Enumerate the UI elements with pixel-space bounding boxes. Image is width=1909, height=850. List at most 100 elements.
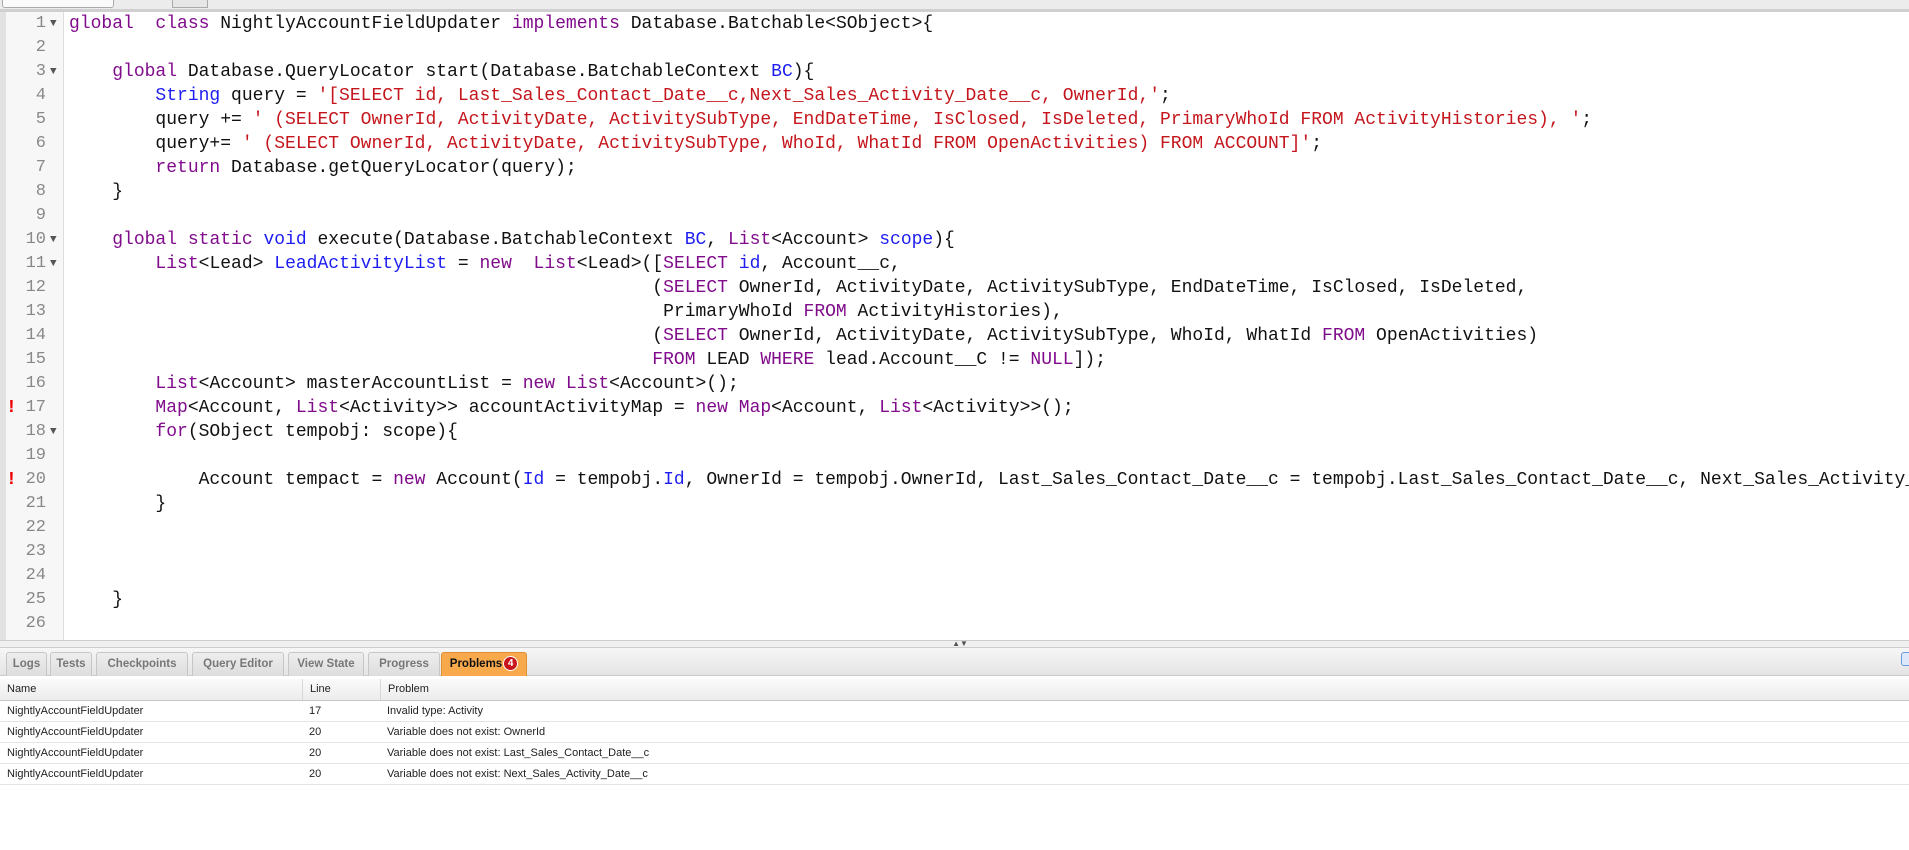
line-number: 13 — [25, 302, 46, 321]
code-line[interactable]: 7 return Database.getQueryLocator(query)… — [0, 156, 1909, 180]
line-number: 25 — [25, 590, 46, 609]
top-toolbar — [0, 0, 1909, 12]
tab-tests[interactable]: Tests — [50, 652, 92, 676]
code-token: for — [155, 422, 188, 442]
column-header-line[interactable]: Line — [302, 679, 380, 700]
code-token: FROM — [1322, 326, 1366, 346]
problem-count-badge: 4 — [503, 656, 519, 672]
code-token: List — [155, 254, 199, 274]
tab-query-editor[interactable]: Query Editor — [192, 652, 284, 676]
code-token: global — [112, 230, 178, 250]
code-line[interactable]: 25 } — [0, 588, 1909, 612]
code-token: <Account, — [187, 398, 296, 418]
fold-arrow-icon[interactable]: ▼ — [50, 252, 57, 276]
panel-splitter[interactable]: ▲▼ — [0, 640, 1909, 648]
code-token: List — [295, 398, 340, 418]
code-token: , OwnerId = tempobj.OwnerId, Last_Sales_… — [684, 470, 1909, 490]
table-row[interactable]: NightlyAccountFieldUpdater 20 Variable d… — [0, 743, 1909, 764]
code-line[interactable]: 5 query += ' (SELECT OwnerId, ActivityDa… — [0, 108, 1909, 132]
code-line[interactable]: 21 } — [0, 492, 1909, 516]
code-line[interactable]: 12 (SELECT OwnerId, ActivityDate, Activi… — [0, 276, 1909, 300]
cell-name: NightlyAccountFieldUpdater — [7, 768, 144, 780]
code-token: NightlyAccountFieldUpdater — [209, 14, 512, 34]
code-line[interactable]: 10 ▼ global static void execute(Database.… — [0, 228, 1909, 252]
code-line[interactable]: 15 FROM LEAD WHERE lead.Account__C != NU… — [0, 348, 1909, 372]
table-row[interactable]: NightlyAccountFieldUpdater 20 Variable d… — [0, 764, 1909, 785]
code-token: <Account, — [771, 398, 880, 418]
code-token: scope — [879, 230, 934, 250]
code-token: } — [69, 182, 124, 202]
tab-progress[interactable]: Progress — [368, 652, 440, 676]
code-editor[interactable]: 1 ▼ global class NightlyAccountFieldUpdate… — [0, 12, 1909, 640]
code-text: for(SObject tempobj: scope){ — [69, 420, 457, 444]
table-header: Name Line Problem — [0, 679, 1909, 701]
code-token: ){ — [792, 62, 815, 82]
splitter-handle-icon[interactable]: ▲▼ — [950, 640, 970, 648]
tab-view-state[interactable]: View State — [288, 652, 364, 676]
cell-problem: Variable does not exist: OwnerId — [387, 726, 546, 738]
code-line[interactable]: 22 — [0, 516, 1909, 540]
line-number: 23 — [25, 542, 46, 561]
code-token: ( — [69, 278, 664, 298]
code-line[interactable]: ! 17 Map<Account, List<Activity>> account… — [0, 396, 1909, 420]
code-line[interactable]: 14 (SELECT OwnerId, ActivityDate, Activi… — [0, 324, 1909, 348]
code-line[interactable]: 2 — [0, 36, 1909, 60]
code-line[interactable]: 23 — [0, 540, 1909, 564]
fold-arrow-icon[interactable]: ▼ — [50, 12, 57, 36]
tab-label: Logs — [12, 658, 41, 670]
cell-name: NightlyAccountFieldUpdater — [7, 726, 144, 738]
code-line[interactable]: 24 — [0, 564, 1909, 588]
code-line[interactable]: 18 ▼ for(SObject tempobj: scope){ — [0, 420, 1909, 444]
column-header-problem[interactable]: Problem — [380, 679, 429, 700]
code-token: <Account> — [771, 230, 880, 250]
column-header-name[interactable]: Name — [0, 679, 302, 700]
table-row[interactable]: NightlyAccountFieldUpdater 17 Invalid ty… — [0, 701, 1909, 722]
code-token: List — [879, 398, 923, 418]
toolbar-button[interactable] — [172, 0, 208, 8]
code-text: Account tempact = new Account(Id = tempo… — [69, 468, 1909, 492]
fold-arrow-icon[interactable]: ▼ — [50, 420, 57, 444]
table-row[interactable]: NightlyAccountFieldUpdater 20 Variable d… — [0, 722, 1909, 743]
code-token: new — [479, 254, 512, 274]
fold-arrow-icon[interactable]: ▼ — [50, 228, 57, 252]
code-token: BC — [771, 62, 793, 82]
code-line[interactable]: 19 — [0, 444, 1909, 468]
fold-arrow-icon[interactable]: ▼ — [50, 60, 57, 84]
line-number: 3 — [35, 62, 46, 81]
cell-name: NightlyAccountFieldUpdater — [7, 705, 144, 717]
code-line[interactable]: 9 — [0, 204, 1909, 228]
tab-logs[interactable]: Logs — [6, 652, 47, 676]
line-number: 14 — [25, 326, 46, 345]
code-line[interactable]: 1 ▼ global class NightlyAccountFieldUpdate… — [0, 12, 1909, 36]
code-line[interactable]: ! 20 Account tempact = new Account(Id = t… — [0, 468, 1909, 492]
code-line[interactable]: 8 } — [0, 180, 1909, 204]
code-line[interactable]: 11 ▼ List<Lead> LeadActivityList = new Li… — [0, 252, 1909, 276]
code-text: global static void execute(Database.Batc… — [69, 228, 955, 252]
code-line[interactable]: 6 query+= ' (SELECT OwnerId, ActivityDat… — [0, 132, 1909, 156]
toolbar-dropdown[interactable] — [2, 0, 114, 8]
code-token: '[SELECT id, Last_Sales_Contact_Date__c,… — [317, 86, 1160, 106]
code-line[interactable]: 26 — [0, 612, 1909, 636]
code-token: BC — [684, 230, 707, 250]
code-token: FROM — [803, 302, 847, 322]
code-line[interactable]: 16 List<Account> masterAccountList = new… — [0, 372, 1909, 396]
code-line[interactable]: 13 PrimaryWhoId FROM ActivityHistories), — [0, 300, 1909, 324]
code-token: Id — [522, 470, 545, 490]
code-token: id — [738, 254, 761, 274]
tab-problems[interactable]: Problems 4 — [441, 652, 527, 676]
dock-icon[interactable] — [1901, 652, 1909, 666]
code-line[interactable]: 3 ▼ global Database.QueryLocator start(Da… — [0, 60, 1909, 84]
code-token: WHERE — [760, 350, 815, 370]
tab-label: Progress — [379, 658, 429, 670]
tab-label: Problems — [449, 658, 503, 670]
line-number: 18 — [25, 422, 46, 441]
code-token: } — [69, 590, 124, 610]
line-number: 11 — [25, 254, 46, 273]
tab-checkpoints[interactable]: Checkpoints — [96, 652, 188, 676]
code-line[interactable]: 4 String query = '[SELECT id, Last_Sales… — [0, 84, 1909, 108]
cell-problem: Variable does not exist: Last_Sales_Cont… — [387, 747, 650, 759]
